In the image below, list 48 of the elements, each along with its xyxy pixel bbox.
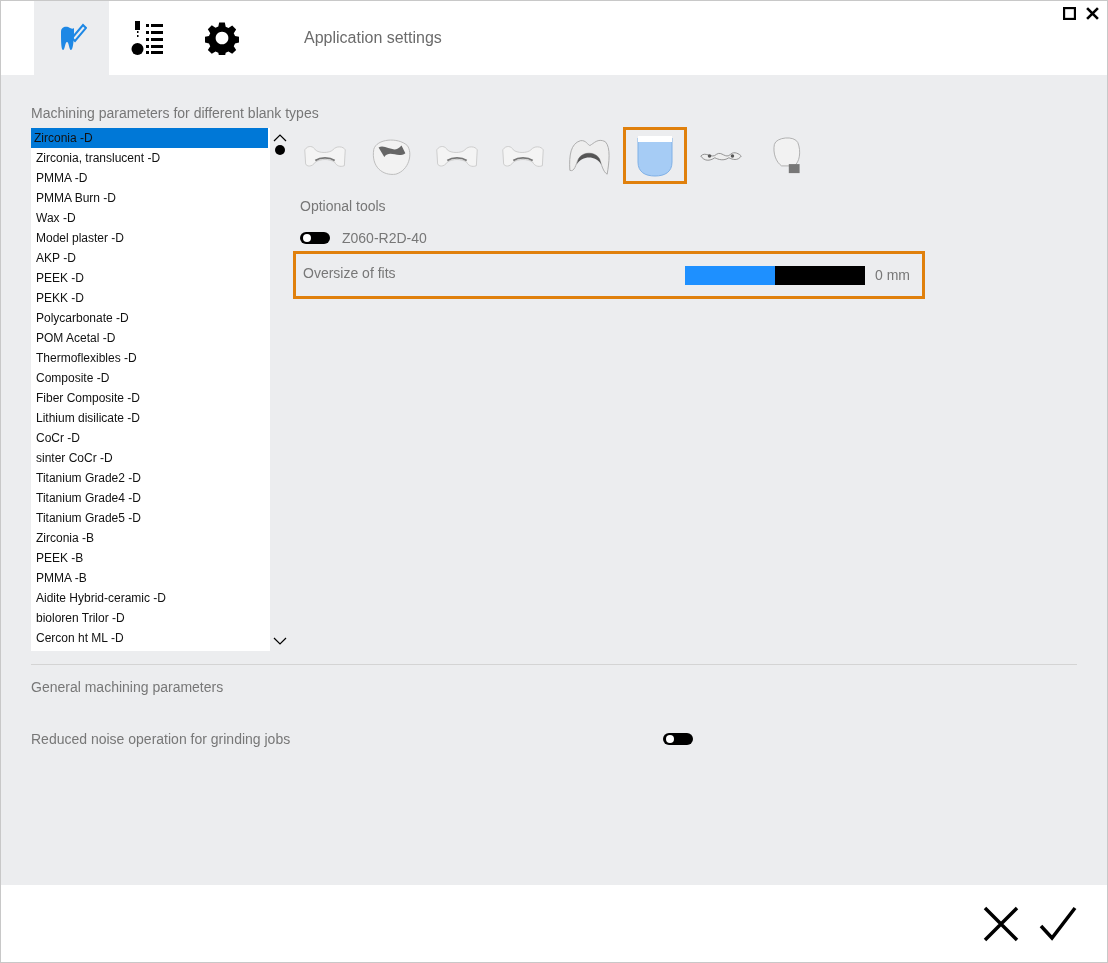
list-item[interactable]: PEKK -D [31,288,270,308]
list-item[interactable]: Lithium disilicate -D [31,408,270,428]
list-item[interactable]: PEEK -D [31,268,270,288]
list-item[interactable]: Zirconia -D [31,128,268,148]
list-item[interactable]: Aidite Hybrid-ceramic -D [31,588,270,608]
veneer-model-icon [635,133,675,178]
settings-icon [204,21,239,55]
scroll-thumb[interactable] [275,145,285,155]
list-item[interactable]: Titanium Grade4 -D [31,488,270,508]
list-item[interactable]: Thermoflexibles -D [31,348,270,368]
restoration-type-option[interactable] [623,127,687,184]
list-item[interactable]: Model plaster -D [31,228,270,248]
cancel-button[interactable] [983,905,1019,942]
parameter-label: Oversize of fits [303,265,397,281]
list-item[interactable]: CoCr -D [31,428,270,448]
list-item[interactable]: Titanium Grade5 -D [31,508,270,528]
scroll-up-icon[interactable] [273,134,287,142]
toggle-switch[interactable] [300,232,330,244]
section-heading: General machining parameters [31,679,225,695]
list-item[interactable]: Zirconia, translucent -D [31,148,270,168]
page-title: Application settings [304,28,442,47]
list-item[interactable]: AKP -D [31,248,270,268]
confirm-button[interactable] [1039,905,1077,942]
close-button[interactable] [1086,7,1099,20]
scroll-down-icon[interactable] [273,637,287,645]
slider-value: 0 mm [875,267,910,283]
toggle-switch[interactable] [663,733,693,745]
slider-track[interactable] [685,265,865,285]
setting-label: Reduced noise operation for grinding jobs [31,731,292,747]
tool-name: Z060-R2D-40 [342,230,427,246]
list-item[interactable]: PMMA -D [31,168,270,188]
list-item[interactable]: PMMA -B [31,568,270,588]
list-item[interactable]: sinter CoCr -D [31,448,270,468]
maximize-button[interactable] [1063,7,1076,20]
list-item[interactable]: Cercon ht ML -D [31,628,270,648]
subsection-heading: Optional tools [300,198,387,214]
list-item[interactable]: Wax -D [31,208,270,228]
section-heading: Machining parameters for different blank types [31,105,320,121]
list-item[interactable]: bioloren Trilor -D [31,608,270,628]
list-item[interactable]: Composite -D [31,368,270,388]
list-item[interactable]: PEEK -B [31,548,270,568]
list-item[interactable]: Polycarbonate -D [31,308,270,328]
toolpath-list-icon [129,20,164,56]
list-item[interactable]: POM Acetal -D [31,328,270,348]
list-item[interactable]: Zirconia -B [31,528,270,548]
list-item[interactable]: Fiber Composite -D [31,388,270,408]
list-item[interactable]: PMMA Burn -D [31,188,270,208]
list-item[interactable]: Titanium Grade2 -D [31,468,270,488]
